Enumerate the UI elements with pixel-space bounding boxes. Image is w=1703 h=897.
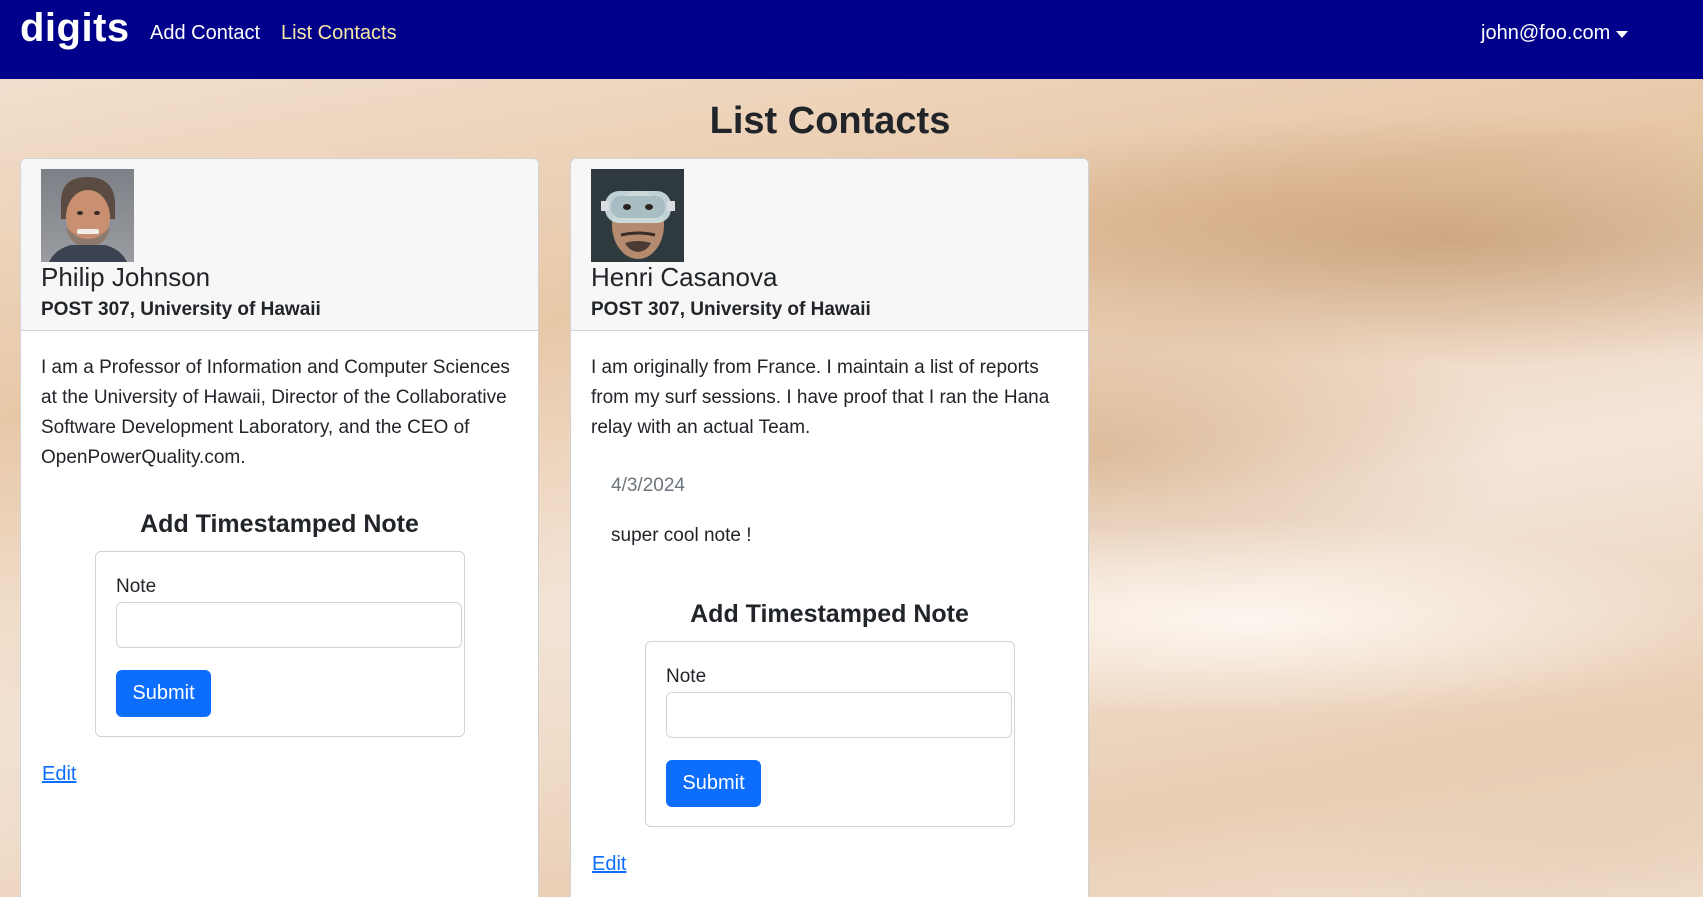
note-label: Note [116,576,157,597]
user-email: john@foo.com [1481,22,1611,44]
contact-address: POST 307, University of Hawaii [41,299,321,320]
edit-link[interactable]: Edit [592,853,626,876]
nav-list-contacts[interactable]: List Contacts [281,22,397,45]
contact-description: I am a Professor of Information and Comp… [41,357,510,468]
add-note-title: Add Timestamped Note [690,600,969,628]
navbar: digits Add Contact List Contacts john@fo… [0,0,1703,79]
add-note-form: Note Submit [645,641,1015,827]
note-label: Note [666,666,707,687]
card-header: Henri Casanova POST 307, University of H… [571,159,1088,331]
contact-card: Henri Casanova POST 307, University of H… [570,158,1089,897]
avatar [591,169,684,262]
note-input[interactable] [666,692,1012,738]
edit-link[interactable]: Edit [42,763,76,786]
user-dropdown[interactable]: john@foo.com [1481,22,1629,45]
caret-down-icon [1616,31,1629,38]
note-input[interactable] [116,602,462,648]
contact-name: Henri Casanova [591,262,778,292]
contact-name: Philip Johnson [41,262,211,292]
brand-logo[interactable]: digits [20,6,130,51]
contact-card: Philip Johnson POST 307, University of H… [20,158,539,897]
submit-button[interactable]: Submit [116,670,211,717]
card-header: Philip Johnson POST 307, University of H… [21,159,538,331]
avatar [41,169,134,262]
note-timestamp: 4/3/2024 [611,475,685,496]
submit-button[interactable]: Submit [666,760,761,807]
nav-add-contact[interactable]: Add Contact [150,22,260,45]
contact-address: POST 307, University of Hawaii [591,299,871,320]
page-title: List Contacts [709,100,951,142]
note-text: super cool note ! [611,525,752,546]
contact-description: I am originally from France. I maintain … [591,357,1050,438]
add-note-form: Note Submit [95,551,465,737]
add-note-title: Add Timestamped Note [140,510,419,538]
